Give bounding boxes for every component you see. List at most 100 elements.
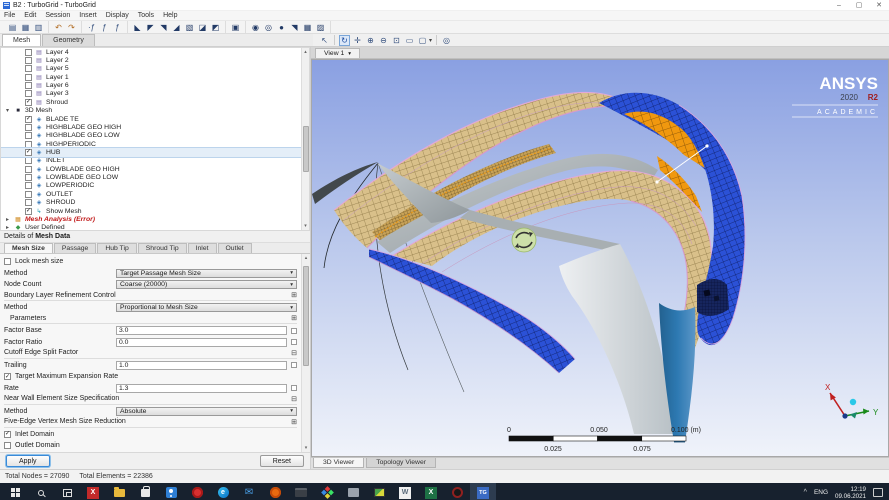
- undo-icon[interactable]: ↶: [53, 22, 64, 33]
- section-near-wall[interactable]: Near Wall Element Size Specification ⊟: [4, 395, 297, 405]
- start-button[interactable]: [2, 483, 28, 500]
- section-five-edge[interactable]: Five-Edge Vertex Mesh Size Reduction ⊞: [4, 418, 297, 428]
- minimize-button[interactable]: –: [829, 0, 849, 11]
- section-parameters[interactable]: Parameters ⊞: [10, 314, 297, 325]
- refinement-method-select[interactable]: Proportional to Mesh Size ▾: [116, 303, 297, 313]
- zoom-out-icon[interactable]: ⊖: [378, 35, 389, 46]
- taskbar-search-button[interactable]: [28, 483, 54, 500]
- task-view-button[interactable]: [54, 483, 80, 500]
- insert-curve-icon[interactable]: ƒ: [99, 22, 110, 33]
- factor-base-param-checkbox[interactable]: [291, 327, 297, 334]
- tree-item-layer2[interactable]: ▤ Layer 2: [1, 56, 301, 65]
- tab-geometry[interactable]: Geometry: [42, 34, 95, 46]
- tab-shroud-tip[interactable]: Shroud Tip: [137, 243, 187, 253]
- tree-scrollbar[interactable]: ▴ ▾: [301, 48, 309, 230]
- lock-mesh-size-checkbox[interactable]: [4, 258, 11, 266]
- menu-file[interactable]: File: [4, 12, 15, 19]
- checkbox[interactable]: [25, 174, 32, 182]
- menu-insert[interactable]: Insert: [79, 12, 97, 19]
- scroll-up-icon[interactable]: ▴: [302, 48, 310, 56]
- checkbox[interactable]: [25, 90, 32, 98]
- tab-3d-viewer[interactable]: 3D Viewer: [313, 458, 365, 468]
- apply-button[interactable]: Apply: [6, 455, 50, 467]
- tab-mesh[interactable]: Mesh: [2, 34, 42, 46]
- tree-item-mesh-analysis[interactable]: ▸ ▦ Mesh Analysis (Error): [1, 215, 301, 223]
- tree-item-shroud-layer[interactable]: ✓ ▤ Shroud: [1, 98, 301, 106]
- rate-input[interactable]: [116, 383, 287, 393]
- turbo-report2-icon[interactable]: ▨: [315, 22, 326, 33]
- machine-sphere2-icon[interactable]: ◎: [263, 22, 274, 33]
- menu-edit[interactable]: Edit: [24, 12, 36, 19]
- scroll-down-icon[interactable]: ▾: [302, 222, 310, 230]
- checkbox[interactable]: [25, 73, 32, 81]
- transform-plane1-icon[interactable]: ◤: [145, 22, 156, 33]
- tree-item-layer3[interactable]: ▤ Layer 3: [1, 90, 301, 98]
- zoom-in-icon[interactable]: ⊕: [365, 35, 376, 46]
- checkbox[interactable]: [25, 48, 32, 56]
- tree-item-layer6[interactable]: ▤ Layer 6: [1, 81, 301, 90]
- trailing-param-checkbox[interactable]: [291, 362, 297, 369]
- surface-tool-icon[interactable]: ◪: [197, 22, 208, 33]
- target-max-expansion-checkbox[interactable]: ✓: [4, 373, 11, 381]
- menu-display[interactable]: Display: [106, 12, 129, 19]
- tab-outlet[interactable]: Outlet: [217, 243, 252, 253]
- checkbox-checked[interactable]: ✓: [25, 207, 32, 215]
- probe-tool-icon[interactable]: ◎: [441, 35, 452, 46]
- tree-item-blade-te[interactable]: ✓ ◈ BLADE TE: [1, 115, 301, 123]
- checkbox-checked[interactable]: ✓: [25, 115, 32, 123]
- taskbar-store[interactable]: [132, 483, 158, 500]
- scroll-thumb[interactable]: [303, 265, 309, 366]
- trailing-input[interactable]: [116, 360, 287, 370]
- tray-language[interactable]: ENG: [814, 489, 828, 496]
- tree-item-layer1[interactable]: ▤ Layer 1: [1, 73, 301, 81]
- taskbar-edge[interactable]: e: [210, 483, 236, 500]
- tree-item-user-defined[interactable]: ▸ ◆ User Defined: [1, 224, 301, 230]
- turbo-report1-icon[interactable]: ▦: [302, 22, 313, 33]
- tab-mesh-size[interactable]: Mesh Size: [4, 243, 53, 253]
- taskbar-photos[interactable]: [366, 483, 392, 500]
- instance-icon[interactable]: ▧: [184, 22, 195, 33]
- tree-item-lowperiodic[interactable]: ◈ LOWPERIODIC: [1, 182, 301, 190]
- tag-icon[interactable]: ◢: [171, 22, 182, 33]
- taskbar-excel[interactable]: X: [418, 483, 444, 500]
- close-button[interactable]: ✕: [869, 0, 889, 11]
- scroll-thumb[interactable]: [302, 125, 309, 173]
- checkbox[interactable]: [25, 157, 32, 165]
- method-select[interactable]: Target Passage Mesh Size ▾: [116, 268, 297, 278]
- tab-hub-tip[interactable]: Hub Tip: [97, 243, 137, 253]
- collapsed-arrow-icon[interactable]: ▸: [4, 216, 11, 223]
- scroll-down-icon[interactable]: ▾: [302, 444, 310, 452]
- tray-clock[interactable]: 12:19 09.06.2021: [835, 486, 866, 500]
- near-wall-method-select[interactable]: Absolute ▾: [116, 406, 297, 416]
- view-1-tab[interactable]: View 1 ▾: [315, 48, 361, 58]
- factor-ratio-input[interactable]: [116, 337, 287, 347]
- checkbox[interactable]: [25, 82, 32, 90]
- taskbar-opera[interactable]: [184, 483, 210, 500]
- taskbar-file-explorer[interactable]: [106, 483, 132, 500]
- checkbox-checked[interactable]: ✓: [25, 148, 32, 156]
- section-boundary-layer[interactable]: Boundary Layer Refinement Control ⊞: [4, 291, 297, 302]
- save-icon[interactable]: ▤: [7, 22, 18, 33]
- taskbar-terminal[interactable]: [288, 483, 314, 500]
- checkbox[interactable]: [25, 65, 32, 73]
- tree-item-lowblade-geo-low[interactable]: ◈ LOWBLADE GEO LOW: [1, 173, 301, 182]
- taskbar-word[interactable]: W: [392, 483, 418, 500]
- taskbar-diamond-app[interactable]: [314, 483, 340, 500]
- factor-ratio-param-checkbox[interactable]: [291, 339, 297, 346]
- factor-base-input[interactable]: [116, 326, 287, 336]
- viewport-3d[interactable]: ANSYS 2020 R2 ACADEMIC 0 0.050 0.100 (m): [311, 59, 889, 457]
- maximize-button[interactable]: ▢: [849, 0, 869, 11]
- checkbox[interactable]: [25, 132, 32, 140]
- menu-session[interactable]: Session: [45, 12, 70, 19]
- tree-item-inlet[interactable]: ◈ INLET: [1, 157, 301, 165]
- turbo-surface-icon[interactable]: ◥: [289, 22, 300, 33]
- pan-tool-icon[interactable]: ✛: [352, 35, 363, 46]
- section-cutoff-edge[interactable]: Cutoff Edge Split Factor ⊟: [4, 349, 297, 359]
- rate-param-checkbox[interactable]: [291, 385, 297, 392]
- checkbox[interactable]: [25, 199, 32, 207]
- expand-arrow-icon[interactable]: ▾: [4, 107, 11, 114]
- box-select-caret-icon[interactable]: ▾: [429, 37, 432, 44]
- tree-item-highperiodic[interactable]: ◈ HIGHPERIODIC: [1, 140, 301, 148]
- volume-tool-icon[interactable]: ◩: [210, 22, 221, 33]
- redo-icon[interactable]: ↷: [66, 22, 77, 33]
